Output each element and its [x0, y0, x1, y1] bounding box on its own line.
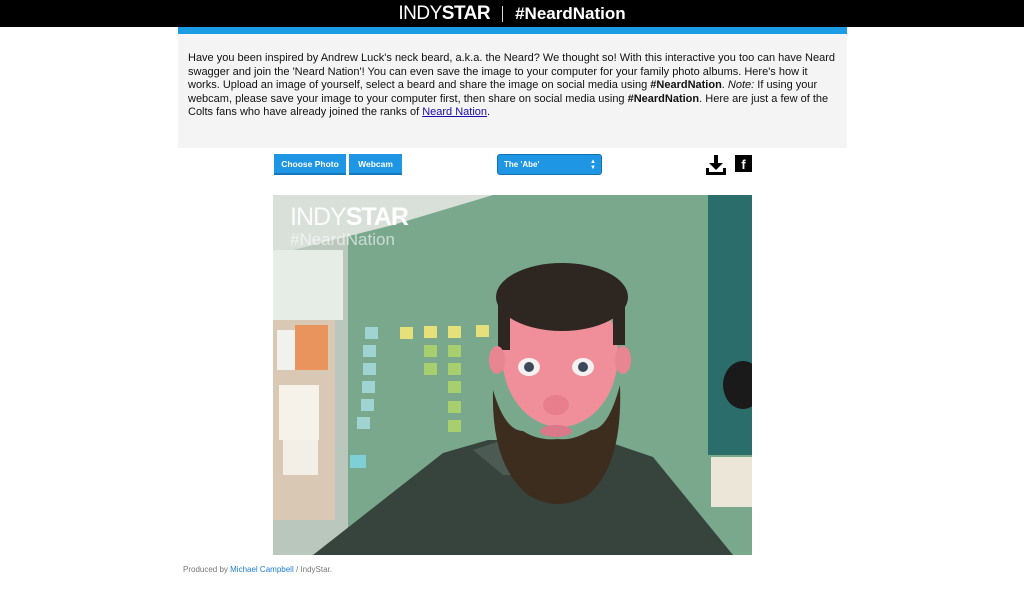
facebook-glyph: f	[741, 157, 746, 172]
header-hashtag: #NeardNation	[515, 3, 626, 23]
credits-suffix: / IndyStar.	[293, 565, 332, 574]
select-arrows-icon: ▲ ▼	[590, 159, 596, 171]
intro-text-5: .	[487, 106, 491, 118]
credits: Produced by Michael Campbell / IndyStar.	[183, 565, 332, 574]
beard-select-value: The 'Abe'	[504, 160, 540, 169]
site-header: INDYSTAR #NeardNation	[0, 0, 1024, 27]
webcam-button[interactable]: Webcam	[349, 154, 402, 175]
neard-nation-link[interactable]: Neard Nation	[422, 106, 487, 118]
preview-photo	[273, 195, 752, 555]
logo-indy: INDY	[398, 3, 442, 24]
credits-prefix: Produced by	[183, 565, 231, 574]
beard-preview-canvas: INDYSTAR #NeardNation	[273, 195, 752, 555]
logo-star: STAR	[441, 3, 491, 24]
photo-watermark: INDYSTAR #NeardNation	[290, 203, 409, 249]
beard-select[interactable]: The 'Abe' ▲ ▼	[497, 154, 602, 175]
intro-hashtag-2: #NeardNation	[627, 92, 700, 105]
download-icon[interactable]	[705, 154, 727, 176]
watermark-star: STAR	[345, 203, 409, 231]
choose-photo-button[interactable]: Choose Photo	[274, 154, 346, 175]
indystar-logo[interactable]: INDYSTAR	[398, 0, 490, 27]
intro-panel: Have you been inspired by Andrew Luck's …	[178, 27, 847, 148]
intro-text: Have you been inspired by Andrew Luck's …	[178, 34, 847, 120]
intro-hashtag-1: #NeardNation	[650, 79, 722, 91]
intro-note-label: Note:	[727, 79, 755, 91]
header-divider	[502, 5, 504, 22]
author-link[interactable]: Michael Campbell	[230, 565, 294, 574]
facebook-icon[interactable]: f	[735, 155, 752, 172]
watermark-indy: INDY	[290, 203, 347, 231]
watermark-hashtag: #NeardNation	[290, 230, 395, 249]
